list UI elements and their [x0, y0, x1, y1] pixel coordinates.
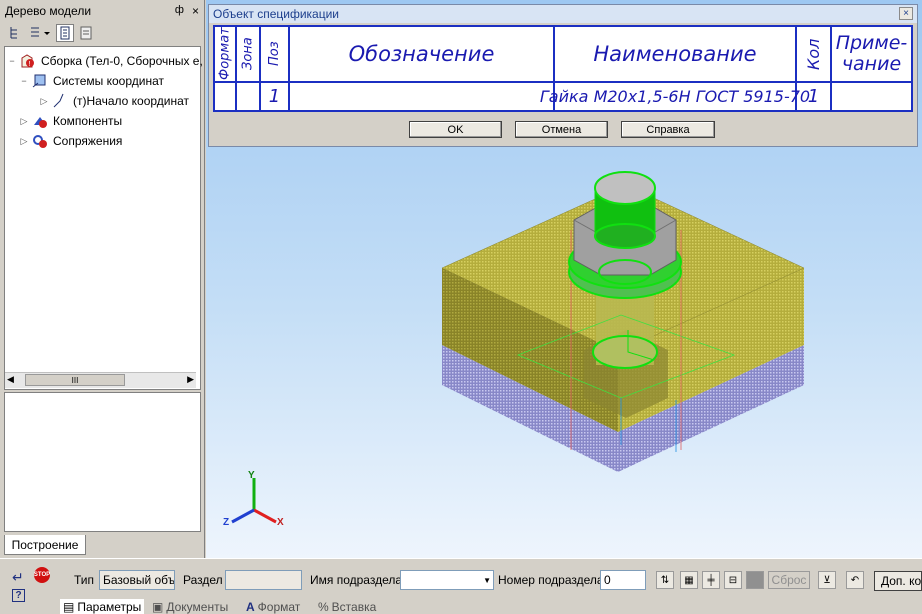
tree-node-label: Сборка (Тел-0, Сборочных е,	[41, 54, 203, 68]
scroll-thumb[interactable]: III	[25, 374, 125, 386]
parameters-icon: ▤	[63, 599, 75, 614]
column-icon[interactable]: ╪	[702, 571, 720, 589]
header-name: Наименование	[593, 42, 757, 66]
expand-icon[interactable]: ▷	[19, 116, 29, 127]
collapse-icon[interactable]: −	[19, 76, 29, 86]
property-bar: ↵ STOP ? Тип Базовый объ Раздел Имя подр…	[0, 558, 922, 614]
tab-format[interactable]: A Формат	[246, 599, 300, 614]
close-icon[interactable]: ×	[192, 4, 199, 18]
tab-insert[interactable]: % Вставка	[318, 599, 376, 614]
dialog-title-bar: Объект спецификации ×	[209, 5, 917, 23]
origin-icon	[52, 93, 68, 109]
pin-icon[interactable]: ф	[175, 4, 184, 18]
header-note: Приме- чание	[835, 32, 908, 75]
scroll-left-icon[interactable]: ◀	[7, 374, 14, 385]
axis-y-label: Y	[248, 470, 255, 481]
row-name[interactable]: Гайка М20х1,5-6Н ГОСТ 5915-70	[540, 83, 810, 110]
mates-icon	[32, 133, 48, 149]
tree-node-label: (т)Начало координат	[73, 94, 190, 108]
tree-lower-panel	[4, 392, 201, 532]
expand-icon[interactable]: ▷	[39, 96, 49, 107]
insert-icon: %	[318, 599, 329, 614]
model-tree-panel: Дерево модели ф × − ! Сборка (Тел-0, Сбо…	[0, 0, 205, 558]
arrange-icon[interactable]: ⇅	[656, 571, 674, 589]
tree-structure-icon[interactable]	[6, 24, 24, 42]
table-icon[interactable]: ▦	[680, 571, 698, 589]
subsection-num-label: Номер подраздела	[498, 573, 604, 587]
header-zone: Зона	[240, 37, 256, 71]
extra-columns-button[interactable]: Доп. ко	[874, 571, 922, 591]
section-label: Раздел	[183, 573, 223, 587]
tab-parameters[interactable]: ▤ Параметры	[60, 599, 145, 614]
tree-title: Дерево модели	[5, 4, 92, 18]
section-field[interactable]	[225, 570, 302, 590]
undo-icon[interactable]: ↶	[846, 571, 864, 589]
enter-icon[interactable]: ↵	[12, 569, 24, 586]
stop-icon[interactable]: STOP	[34, 567, 50, 583]
fill-icon[interactable]	[746, 571, 764, 589]
reset-button[interactable]: Сброс	[768, 571, 810, 589]
tree-horizontal-scrollbar[interactable]: ◀ III ▶	[5, 372, 196, 388]
tree-node-label: Сопряжения	[53, 134, 123, 148]
close-icon[interactable]: ×	[899, 7, 913, 20]
ok-button[interactable]: OK	[409, 121, 502, 138]
help-icon[interactable]: ?	[12, 589, 25, 602]
tree-toolbar	[2, 22, 202, 44]
type-field[interactable]: Базовый объ	[99, 570, 175, 590]
tree-node-assembly[interactable]: − ! Сборка (Тел-0, Сборочных е,	[7, 52, 203, 70]
type-label: Тип	[74, 573, 95, 587]
tree-node-coord-systems[interactable]: − Системы координат	[19, 72, 164, 90]
coordinate-system-icon	[32, 73, 48, 89]
tree-view-dropdown-icon[interactable]	[27, 24, 53, 42]
axis-x-label: X	[277, 517, 284, 528]
subsection-dropdown[interactable]: ▼	[400, 570, 494, 590]
tree-node-label: Компоненты	[53, 114, 123, 128]
help-button[interactable]: Справка	[621, 121, 715, 138]
spec-object-dialog: Объект спецификации × Формат Зона Поз Об…	[208, 4, 918, 147]
tree-node-label: Системы координат	[53, 74, 164, 88]
tab-documents[interactable]: ▣ Документы	[152, 599, 228, 614]
format-icon: A	[246, 599, 255, 614]
expand-icon[interactable]: ▷	[19, 136, 29, 147]
components-icon	[32, 113, 48, 129]
dialog-title: Объект спецификации	[213, 7, 339, 21]
scroll-right-icon[interactable]: ▶	[187, 374, 194, 385]
svg-text:!: !	[29, 61, 31, 68]
tree-node-origin[interactable]: ▷ (т)Начало координат	[39, 92, 189, 110]
assembly-icon: !	[20, 53, 36, 69]
row-pos[interactable]: 1	[261, 83, 288, 110]
tree-properties-icon[interactable]	[77, 24, 95, 42]
header-designation: Обозначение	[348, 42, 495, 66]
header-qty: Кол	[804, 38, 823, 70]
row-format-icon[interactable]: ⊟	[724, 571, 742, 589]
subsection-label: Имя подраздела	[310, 573, 403, 587]
tree-view: − ! Сборка (Тел-0, Сборочных е, − Систем…	[4, 46, 203, 390]
collapse-icon[interactable]: −	[7, 56, 17, 66]
axis-z-label: Z	[223, 517, 230, 528]
documents-icon: ▣	[152, 599, 164, 614]
cancel-button[interactable]: Отмена	[515, 121, 608, 138]
spec-table: Формат Зона Поз Обозначение Наименование…	[213, 25, 913, 112]
subsection-num-field[interactable]: 0	[600, 570, 646, 590]
header-format: Формат	[217, 27, 233, 81]
mirror-icon[interactable]: ⊻	[818, 571, 836, 589]
tree-node-mates[interactable]: ▷ Сопряжения	[19, 132, 122, 150]
tree-mode-icon[interactable]	[56, 24, 74, 42]
header-pos: Поз	[267, 41, 282, 67]
tab-build[interactable]: Построение	[4, 535, 86, 555]
row-qty[interactable]: 1	[797, 83, 830, 110]
tree-node-components[interactable]: ▷ Компоненты	[19, 112, 122, 130]
tree-title-bar: Дерево модели ф ×	[2, 2, 202, 20]
